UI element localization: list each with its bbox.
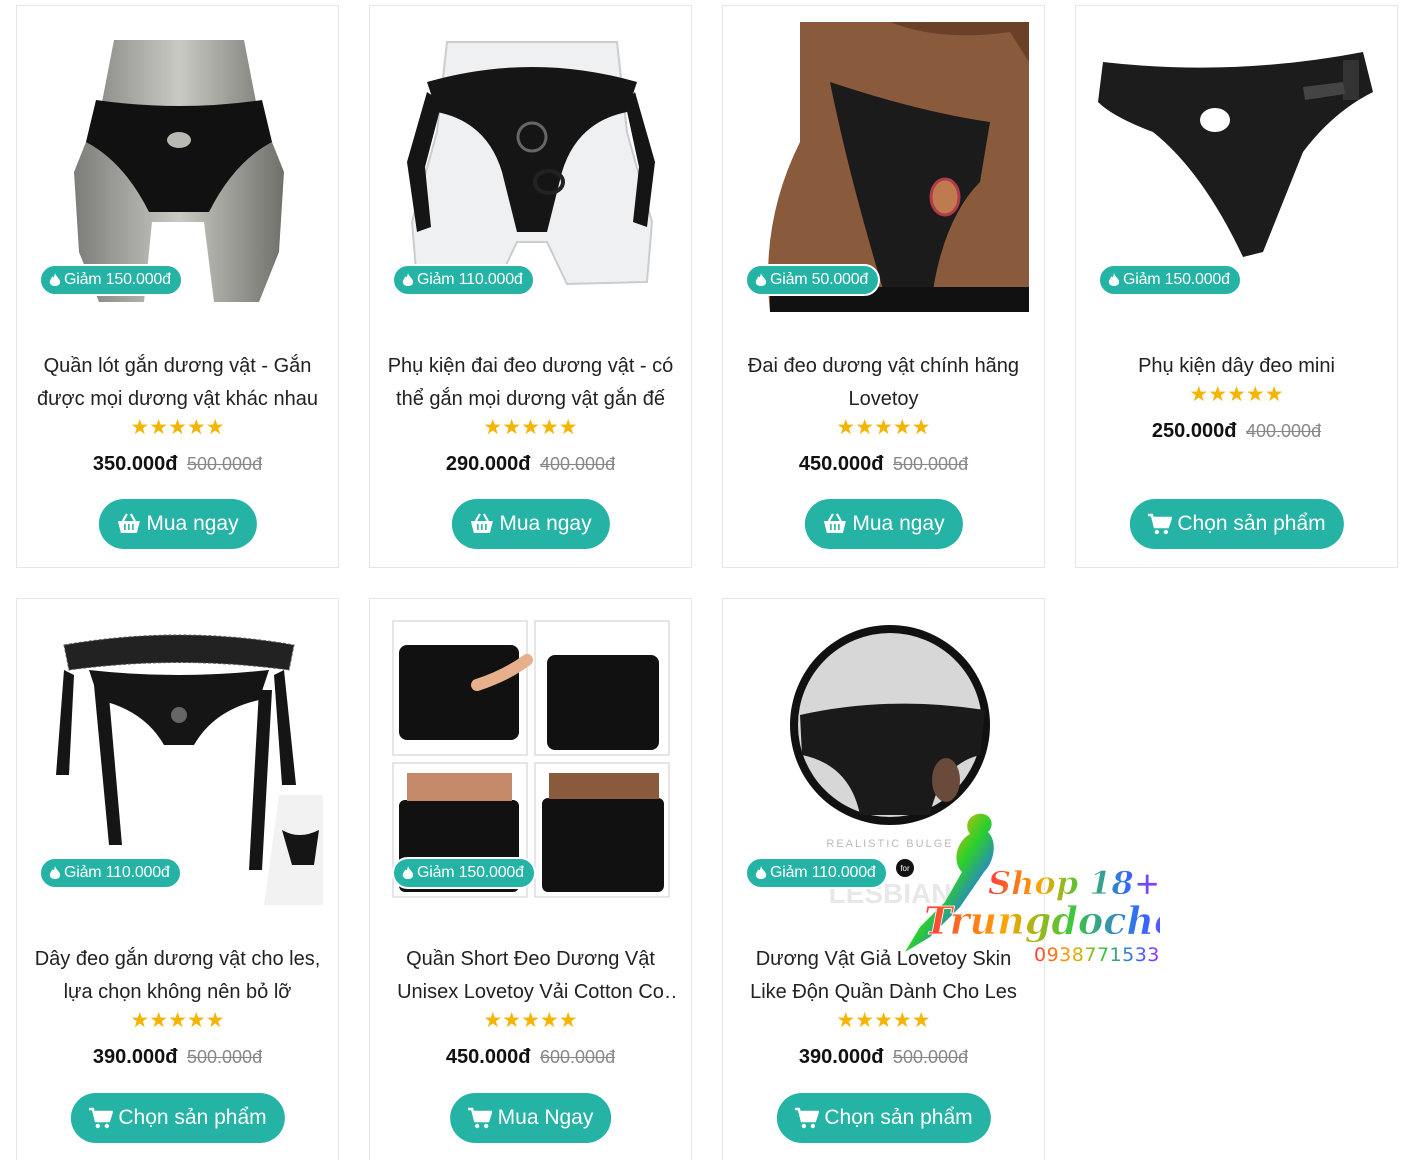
product-card[interactable]: Giảm 150.000đ Quần lót gắn dương vật - G… xyxy=(16,5,339,568)
discount-badge: Giảm 150.000đ xyxy=(1098,264,1242,296)
sale-price: 390.000đ xyxy=(798,1046,884,1068)
rating-stars: ★★★★★ xyxy=(836,416,931,439)
discount-badge: Giảm 110.000đ xyxy=(39,857,182,889)
price: 450.000đ 500.000đ xyxy=(723,452,1044,476)
rating-stars: ★★★★★ xyxy=(836,1009,931,1032)
fire-icon xyxy=(1108,272,1120,286)
discount-badge: Giảm 110.000đ xyxy=(392,264,535,296)
discount-badge: Giảm 110.000đ xyxy=(745,857,888,889)
discount-badge: Giảm 150.000đ xyxy=(392,857,536,889)
basket-icon xyxy=(823,513,846,533)
fire-icon xyxy=(755,272,767,286)
old-price: 600.000đ xyxy=(540,1047,616,1067)
fire-icon xyxy=(402,865,414,879)
buy-button[interactable]: Mua Ngay xyxy=(449,1093,612,1143)
product-title[interactable]: Dây đeo gắn dương vật cho les, lựa chọn … xyxy=(31,943,324,1009)
price: 390.000đ 500.000đ xyxy=(723,1045,1044,1069)
product-card[interactable]: Giảm 110.000đ Dây đeo gắn dương vật cho … xyxy=(16,598,339,1160)
rating-stars: ★★★★★ xyxy=(130,416,225,439)
price: 390.000đ 500.000đ xyxy=(17,1045,338,1069)
watermark-line1: Shop 18+ xyxy=(988,864,1160,902)
choose-product-button[interactable]: Chọn sản phẩm xyxy=(70,1093,285,1143)
price: 290.000đ 400.000đ xyxy=(370,452,691,476)
product-title[interactable]: Quần Short Đeo Dương Vật Unisex Lovetoy … xyxy=(384,943,677,1009)
rating-stars: ★★★★★ xyxy=(130,1009,225,1032)
cart-icon xyxy=(88,1107,113,1129)
product-card[interactable]: Giảm 150.000đ Phụ kiện dây đeo mini ★★★★… xyxy=(1075,5,1398,568)
discount-badge: Giảm 150.000đ xyxy=(39,264,183,296)
rating-stars: ★★★★★ xyxy=(483,416,578,439)
product-card[interactable]: Giảm 110.000đ Phụ kiện đai đeo dương vật… xyxy=(369,5,692,568)
product-title[interactable]: Quần lót gắn dương vật - Gắn được mọi dư… xyxy=(31,350,324,416)
cart-icon xyxy=(467,1107,492,1129)
shop-watermark-logo: Shop 18+ Trungdochoi 0938771533 xyxy=(905,813,1160,966)
fire-icon xyxy=(49,272,61,286)
old-price: 500.000đ xyxy=(893,454,969,474)
product-title[interactable]: Phụ kiện dây đeo mini xyxy=(1090,350,1383,383)
old-price: 400.000đ xyxy=(540,454,616,474)
fire-icon xyxy=(49,865,61,879)
sale-price: 390.000đ xyxy=(92,1046,178,1068)
price: 350.000đ 500.000đ xyxy=(17,452,338,476)
watermark-line2: Trungdochoi xyxy=(924,898,1160,943)
choose-product-button[interactable]: Chọn sản phẩm xyxy=(1129,499,1344,549)
sale-price: 350.000đ xyxy=(92,453,178,475)
basket-icon xyxy=(470,513,493,533)
product-card[interactable]: Giảm 50.000đ Đai đeo dương vật chính hãn… xyxy=(722,5,1045,568)
fire-icon xyxy=(402,272,414,286)
watermark-phone: 0938771533 xyxy=(1034,944,1160,966)
buy-button[interactable]: Mua ngay xyxy=(804,499,963,549)
sale-price: 290.000đ xyxy=(445,453,531,475)
old-price: 400.000đ xyxy=(1246,421,1322,441)
sale-price: 450.000đ xyxy=(798,453,884,475)
product-title[interactable]: Đai đeo dương vật chính hãng Lovetoy xyxy=(737,350,1030,416)
price: 450.000đ 600.000đ xyxy=(370,1045,691,1069)
buy-button[interactable]: Mua ngay xyxy=(451,499,610,549)
price: 250.000đ 400.000đ xyxy=(1076,419,1397,443)
old-price: 500.000đ xyxy=(187,1047,263,1067)
cart-icon xyxy=(794,1107,819,1129)
sale-price: 450.000đ xyxy=(445,1046,531,1068)
basket-icon xyxy=(117,513,140,533)
rating-stars: ★★★★★ xyxy=(1189,383,1284,406)
buy-button[interactable]: Mua ngay xyxy=(98,499,257,549)
old-price: 500.000đ xyxy=(893,1047,969,1067)
rating-stars: ★★★★★ xyxy=(483,1009,578,1032)
choose-product-button[interactable]: Chọn sản phẩm xyxy=(776,1093,991,1143)
cart-icon xyxy=(1147,513,1172,535)
product-title[interactable]: Phụ kiện đai đeo dương vật - có thể gắn … xyxy=(384,350,677,416)
product-card[interactable]: Giảm 150.000đ Quần Short Đeo Dương Vật U… xyxy=(369,598,692,1160)
old-price: 500.000đ xyxy=(187,454,263,474)
discount-badge: Giảm 50.000đ xyxy=(745,264,881,296)
fire-icon xyxy=(755,865,767,879)
sale-price: 250.000đ xyxy=(1151,420,1237,442)
